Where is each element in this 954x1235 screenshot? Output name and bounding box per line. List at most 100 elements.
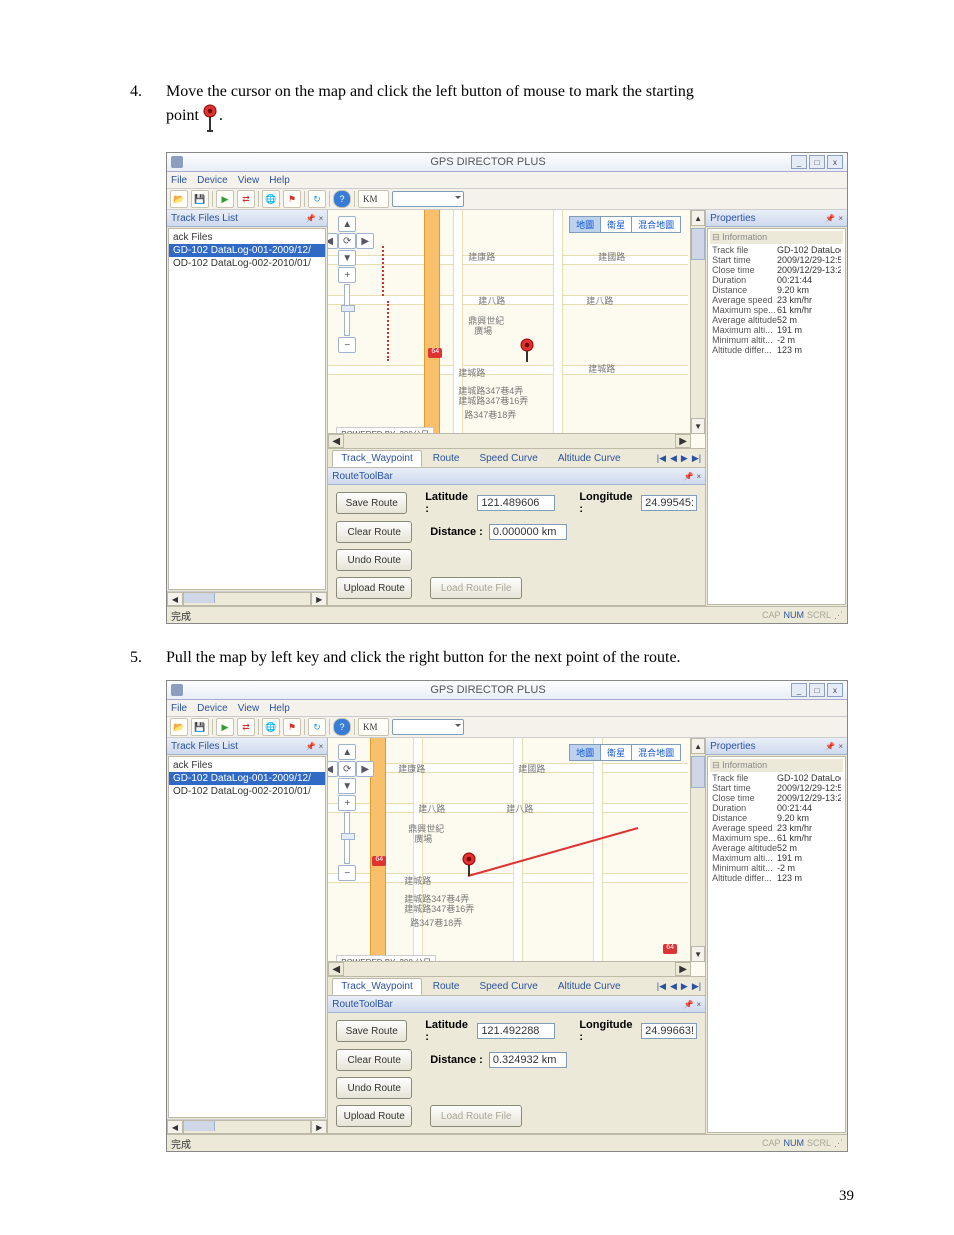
list-item[interactable]: GD-102 DataLog-001-2009/12/ (169, 772, 325, 785)
tab-route[interactable]: Route (424, 450, 469, 467)
tab-nav-next[interactable]: ▶ (681, 453, 688, 464)
map-view[interactable]: ▲ ◀⟳▶ ▼ + − 地圖 衛星 混合地圖 建康路 建國路 建八路 (328, 210, 705, 449)
tab-speed-curve[interactable]: Speed Curve (470, 978, 546, 995)
pin-panel-icon[interactable]: 📌 (683, 472, 693, 481)
unit-dropdown[interactable] (392, 191, 464, 207)
unit-selector[interactable]: KM (358, 718, 389, 736)
pan-reset-icon[interactable]: ⟳ (338, 233, 356, 249)
latitude-value[interactable]: 121.489606 (477, 495, 555, 511)
distance-value[interactable]: 0.000000 km (489, 524, 567, 540)
menu-file[interactable]: File (171, 703, 187, 714)
tab-nav-last[interactable]: ▶| (692, 453, 701, 464)
tool-connect-icon[interactable]: ⇄ (237, 718, 255, 736)
tool-flag-icon[interactable]: ⚑ (283, 190, 301, 208)
pin-panel-icon[interactable]: 📌 (825, 214, 835, 223)
pin-panel-icon[interactable]: 📌 (825, 742, 835, 751)
pan-left-icon[interactable]: ◀ (328, 233, 338, 249)
menu-device[interactable]: Device (197, 175, 228, 186)
close-panel-icon[interactable]: × (696, 1000, 701, 1009)
vertical-scrollbar[interactable]: ▲▼ (690, 738, 705, 962)
tool-refresh-icon[interactable]: ↻ (308, 718, 326, 736)
pan-down-icon[interactable]: ▼ (338, 778, 356, 794)
clear-route-button[interactable]: Clear Route (336, 1049, 412, 1071)
zoom-in-icon[interactable]: + (338, 267, 356, 283)
map-type-satellite[interactable]: 衛星 (600, 216, 632, 233)
close-button[interactable]: x (827, 683, 843, 697)
horizontal-scrollbar[interactable]: ◀▶ (328, 961, 691, 976)
tab-altitude-curve[interactable]: Altitude Curve (549, 450, 630, 467)
unit-selector[interactable]: KM (358, 190, 389, 208)
tool-globe-icon[interactable]: 🌐 (262, 718, 280, 736)
menu-view[interactable]: View (238, 703, 260, 714)
upload-route-button[interactable]: Upload Route (336, 1105, 412, 1127)
start-pin-icon[interactable] (460, 852, 478, 881)
unit-dropdown[interactable] (392, 719, 464, 735)
pan-right-icon[interactable]: ▶ (356, 233, 374, 249)
undo-route-button[interactable]: Undo Route (336, 1077, 412, 1099)
zoom-out-icon[interactable]: − (338, 337, 356, 353)
pan-reset-icon[interactable]: ⟳ (338, 761, 356, 777)
distance-value[interactable]: 0.324932 km (489, 1052, 567, 1068)
close-panel-icon[interactable]: × (838, 214, 843, 223)
horizontal-scrollbar[interactable]: ◀▶ (167, 1119, 327, 1134)
list-item[interactable]: OD-102 DataLog-002-2010/01/ (169, 785, 325, 798)
tool-flag-icon[interactable]: ⚑ (283, 718, 301, 736)
tab-nav-last[interactable]: ▶| (692, 981, 701, 992)
clear-route-button[interactable]: Clear Route (336, 521, 412, 543)
vertical-scrollbar[interactable]: ▲▼ (690, 210, 705, 434)
close-panel-icon[interactable]: × (696, 472, 701, 481)
map-zoom-control[interactable]: ▲ ◀⟳▶ ▼ + − (338, 216, 356, 353)
menu-help[interactable]: Help (269, 703, 290, 714)
tool-open-icon[interactable]: 📂 (170, 190, 188, 208)
menu-view[interactable]: View (238, 175, 260, 186)
zoom-slider[interactable] (344, 284, 350, 336)
tool-help-icon[interactable]: ? (333, 718, 351, 736)
close-panel-icon[interactable]: × (838, 742, 843, 751)
save-route-button[interactable]: Save Route (336, 492, 407, 514)
tab-track-waypoint[interactable]: Track_Waypoint (332, 450, 422, 467)
tab-nav-prev[interactable]: ◀ (670, 981, 677, 992)
horizontal-scrollbar[interactable]: ◀▶ (167, 591, 327, 606)
resize-grip-icon[interactable]: ⋰ (834, 610, 843, 621)
undo-route-button[interactable]: Undo Route (336, 549, 412, 571)
load-route-file-button[interactable]: Load Route File (430, 1105, 522, 1127)
zoom-in-icon[interactable]: + (338, 795, 356, 811)
pan-up-icon[interactable]: ▲ (338, 216, 356, 232)
maximize-button[interactable]: □ (809, 155, 825, 169)
tool-globe-icon[interactable]: 🌐 (262, 190, 280, 208)
map-type-hybrid[interactable]: 混合地圖 (631, 744, 681, 761)
menu-file[interactable]: File (171, 175, 187, 186)
tool-save-icon[interactable]: 💾 (191, 190, 209, 208)
map-zoom-control[interactable]: ▲ ◀⟳▶ ▼ + − (338, 744, 356, 881)
tab-nav-next[interactable]: ▶ (681, 981, 688, 992)
tab-nav-first[interactable]: |◀ (657, 453, 666, 464)
upload-route-button[interactable]: Upload Route (336, 577, 412, 599)
menu-device[interactable]: Device (197, 703, 228, 714)
list-item[interactable]: OD-102 DataLog-002-2010/01/ (169, 257, 325, 270)
tool-save-icon[interactable]: 💾 (191, 718, 209, 736)
tab-nav-first[interactable]: |◀ (657, 981, 666, 992)
load-route-file-button[interactable]: Load Route File (430, 577, 522, 599)
map-type-hybrid[interactable]: 混合地圖 (631, 216, 681, 233)
save-route-button[interactable]: Save Route (336, 1020, 407, 1042)
map-type-satellite[interactable]: 衛星 (600, 744, 632, 761)
minimize-button[interactable]: _ (791, 155, 807, 169)
map-type-map[interactable]: 地圖 (569, 216, 601, 233)
tab-altitude-curve[interactable]: Altitude Curve (549, 978, 630, 995)
latitude-value[interactable]: 121.492288 (477, 1023, 555, 1039)
pan-up-icon[interactable]: ▲ (338, 744, 356, 760)
tab-nav-prev[interactable]: ◀ (670, 453, 677, 464)
pan-down-icon[interactable]: ▼ (338, 250, 356, 266)
resize-grip-icon[interactable]: ⋰ (834, 1138, 843, 1149)
close-panel-icon[interactable]: × (319, 742, 324, 751)
maximize-button[interactable]: □ (809, 683, 825, 697)
tool-open-icon[interactable]: 📂 (170, 718, 188, 736)
pin-panel-icon[interactable]: 📌 (306, 214, 316, 223)
zoom-out-icon[interactable]: − (338, 865, 356, 881)
tab-route[interactable]: Route (424, 978, 469, 995)
pan-right-icon[interactable]: ▶ (356, 761, 374, 777)
longitude-value[interactable]: 24.99545: (641, 495, 697, 511)
pin-panel-icon[interactable]: 📌 (306, 742, 316, 751)
horizontal-scrollbar[interactable]: ◀▶ (328, 433, 691, 448)
tab-speed-curve[interactable]: Speed Curve (470, 450, 546, 467)
